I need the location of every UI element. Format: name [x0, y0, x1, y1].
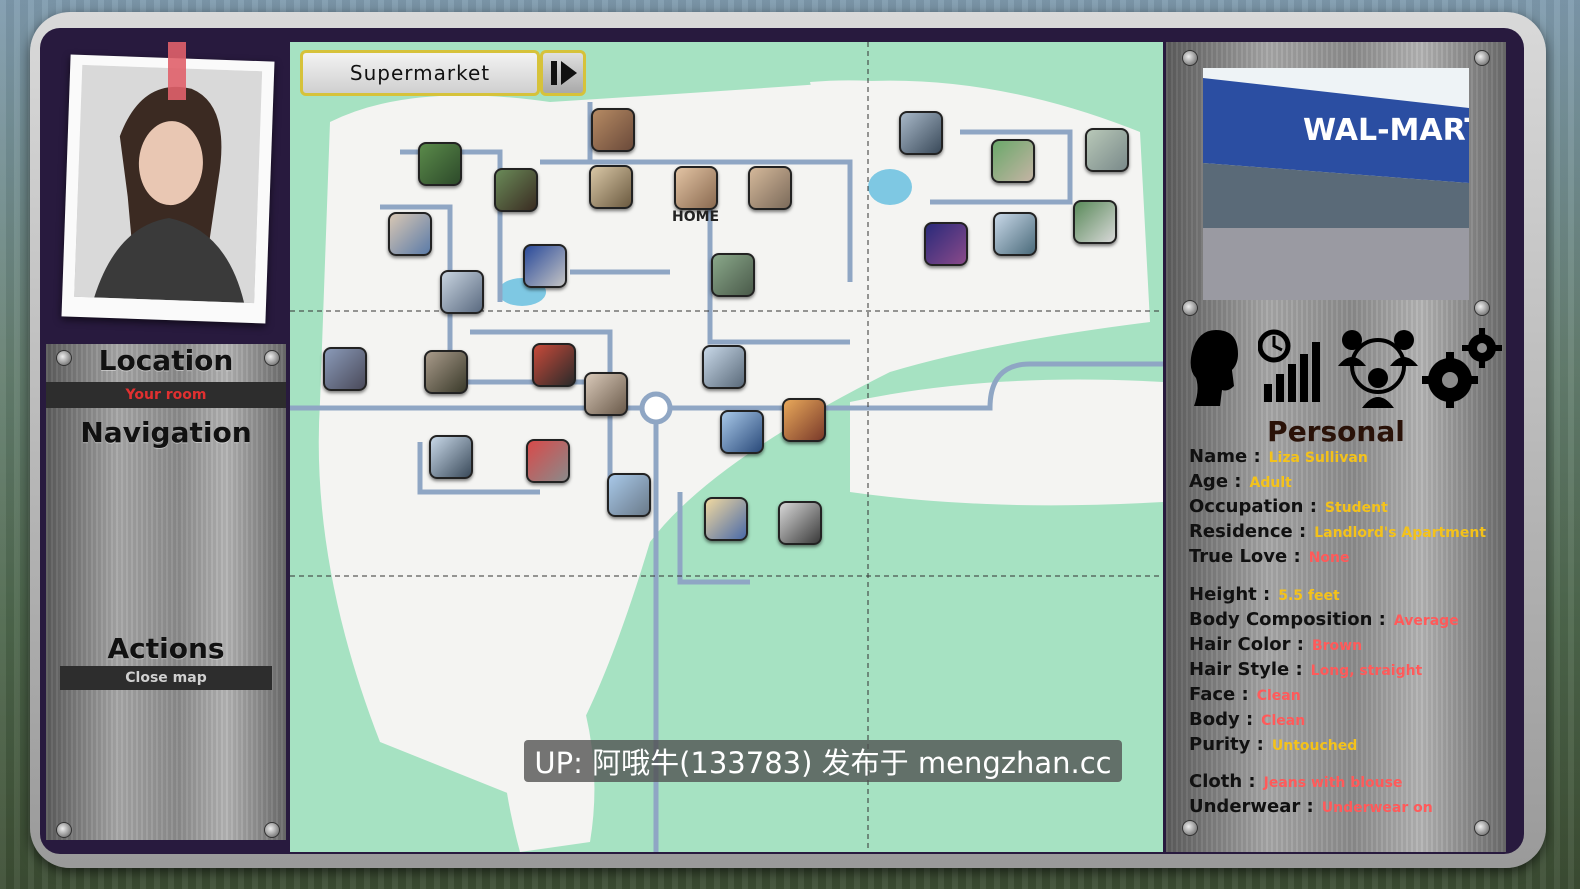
screw	[1182, 300, 1198, 316]
map-location-pin[interactable]	[494, 168, 538, 212]
map-location-pin[interactable]	[526, 439, 570, 483]
info-residence: Residence : Landlord's Apartment	[1189, 521, 1487, 542]
home-pin[interactable]	[674, 166, 718, 210]
location-title: Location	[98, 344, 234, 377]
map-location-pin[interactable]	[720, 410, 764, 454]
map-location-pin[interactable]	[591, 108, 635, 152]
svg-text:WAL-MART: WAL-MART	[1303, 113, 1469, 148]
map-location-pin[interactable]	[704, 497, 748, 541]
info-underwear: Underwear : Underwear on	[1189, 796, 1433, 817]
home-label: HOME	[672, 209, 720, 225]
map-location-pin[interactable]	[607, 473, 651, 517]
map-location-pin[interactable]	[778, 501, 822, 545]
settings-gears-icon[interactable]	[1420, 328, 1502, 414]
info-true-love: True Love : None	[1189, 546, 1350, 567]
map-location-pin[interactable]	[532, 343, 576, 387]
selected-location-bar[interactable]: Supermarket	[300, 50, 540, 96]
next-arrow-icon	[551, 61, 577, 85]
next-location-button[interactable]	[540, 50, 586, 96]
screw	[1474, 50, 1490, 66]
info-purity: Purity : Untouched	[1189, 734, 1358, 755]
personal-section-title: Personal	[1267, 415, 1405, 448]
navigation-title: Navigation	[80, 416, 252, 449]
stats-chart-icon[interactable]	[1257, 328, 1330, 410]
map-location-pin[interactable]	[429, 435, 473, 479]
map-location-pin[interactable]	[748, 166, 792, 210]
info-body: Body : Clean	[1189, 709, 1306, 730]
screw	[1182, 50, 1198, 66]
info-name: Name : Liza Sullivan	[1189, 446, 1368, 467]
screw	[264, 822, 280, 838]
map-location-pin[interactable]	[993, 212, 1037, 256]
supermarket-pin[interactable]	[523, 244, 567, 288]
map-location-pin[interactable]	[711, 253, 755, 297]
info-hair-color: Hair Color : Brown	[1189, 634, 1363, 655]
current-location: Your room	[46, 382, 286, 408]
screw	[1182, 820, 1198, 836]
map-location-pin[interactable]	[584, 372, 628, 416]
info-occupation: Occupation : Student	[1189, 496, 1388, 517]
info-height: Height :5.5 feet	[1189, 584, 1340, 605]
info-face: Face : Clean	[1189, 684, 1301, 705]
location-preview-photo: WAL-MART	[1203, 68, 1469, 300]
map-location-pin[interactable]	[1073, 200, 1117, 244]
relationships-icon[interactable]	[1336, 326, 1420, 414]
watermark: UP: 阿哦牛(133783) 发布于 mengzhan.cc	[524, 740, 1122, 782]
screw	[1474, 300, 1490, 316]
map-location-pin[interactable]	[899, 111, 943, 155]
map-location-pin[interactable]	[424, 350, 468, 394]
map-location-pin[interactable]	[702, 345, 746, 389]
map-location-pin[interactable]	[388, 212, 432, 256]
map-location-pin[interactable]	[991, 139, 1035, 183]
actions-title: Actions	[107, 632, 225, 665]
map-location-pin[interactable]	[440, 270, 484, 314]
screw	[56, 822, 72, 838]
map-location-pin[interactable]	[924, 222, 968, 266]
screw	[1474, 820, 1490, 836]
map-location-pin[interactable]	[1085, 128, 1129, 172]
portrait-photo	[74, 64, 263, 304]
map-location-pin[interactable]	[418, 142, 462, 186]
info-cloth: Cloth : Jeans with blouse	[1189, 771, 1403, 792]
map-location-pin[interactable]	[323, 347, 367, 391]
map-location-pin[interactable]	[782, 398, 826, 442]
profile-silhouette-icon[interactable]	[1186, 326, 1242, 414]
info-body-composition: Body Composition : Average	[1189, 609, 1459, 630]
info-age: Age : Adult	[1189, 471, 1292, 492]
info-hair-style: Hair Style : Long, straight	[1189, 659, 1423, 680]
close-map-button[interactable]: Close map	[60, 666, 272, 690]
map-location-pin[interactable]	[589, 165, 633, 209]
tape	[168, 42, 186, 100]
